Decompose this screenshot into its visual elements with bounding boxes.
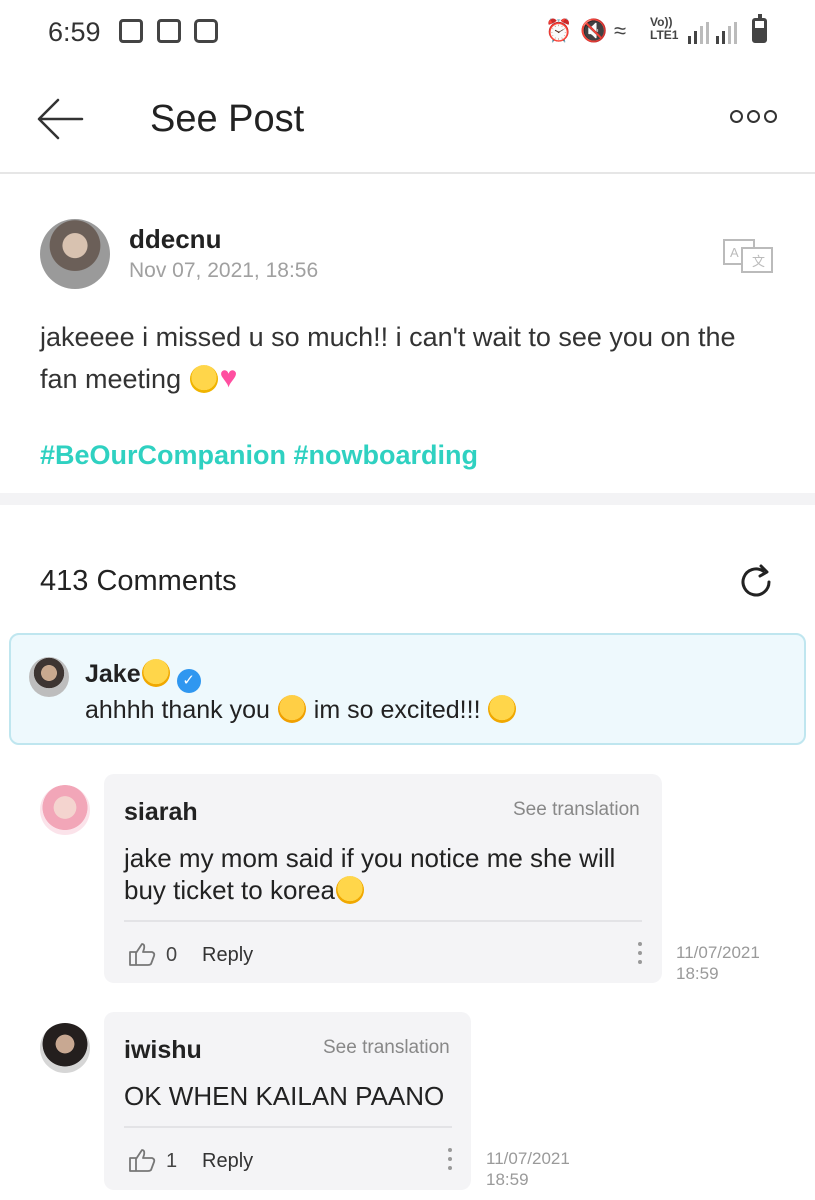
post-text: jakeeee i missed u so much!! i can't wai… bbox=[40, 322, 736, 394]
wifi-icon: ≈ bbox=[614, 18, 627, 43]
heart-icon bbox=[220, 357, 246, 399]
comment-date: 11/07/2021 18:59 bbox=[486, 1148, 570, 1190]
pinned-reply-text: ahhhh thank you im so excited!!! bbox=[85, 695, 517, 725]
comment-date: 11/07/2021 18:59 bbox=[676, 942, 760, 984]
app-bar: See Post bbox=[0, 66, 815, 174]
see-translation-link[interactable]: See translation bbox=[323, 1037, 450, 1059]
status-time: 6:59 bbox=[48, 17, 101, 47]
avatar[interactable] bbox=[29, 657, 69, 697]
comment-text: OK WHEN KAILAN PAANO bbox=[124, 1081, 445, 1111]
grinning-face-icon bbox=[336, 876, 364, 904]
signal-icon bbox=[688, 22, 709, 44]
comment-date-day: 11/07/2021 bbox=[486, 1149, 570, 1168]
comment-date-time: 18:59 bbox=[486, 1170, 529, 1189]
alarm-icon: ⏰ bbox=[545, 18, 573, 43]
reply-button[interactable]: Reply bbox=[202, 1150, 253, 1173]
comment-text-body: jake my mom said if you notice me she wi… bbox=[124, 843, 616, 905]
comment-author[interactable]: siarah bbox=[124, 798, 198, 827]
comment-divider bbox=[124, 1126, 452, 1128]
comment-author[interactable]: iwishu bbox=[124, 1036, 202, 1065]
avatar[interactable] bbox=[40, 785, 90, 835]
verified-badge-icon: ✓ bbox=[176, 669, 201, 693]
signal-icon-2 bbox=[716, 22, 737, 44]
avatar[interactable] bbox=[40, 219, 110, 289]
translate-icon[interactable]: A 文 bbox=[722, 238, 774, 274]
pinned-reply-author[interactable]: Jake ✓ bbox=[85, 659, 201, 693]
comment-options-icon[interactable] bbox=[448, 1148, 452, 1170]
page-title: See Post bbox=[150, 98, 305, 140]
comment-card: siarah See translation jake my mom said … bbox=[104, 774, 662, 983]
status-bar: 6:59 ⏰ 🔇 ≈ Vo)) LTE1 bbox=[0, 0, 815, 66]
comment-text: jake my mom said if you notice me she wi… bbox=[124, 842, 634, 906]
pinned-reply: Jake ✓ ahhhh thank you im so excited!!! bbox=[9, 633, 806, 745]
comment-date-day: 11/07/2021 bbox=[676, 943, 760, 962]
gallery-icon bbox=[119, 19, 143, 43]
refresh-icon[interactable] bbox=[736, 562, 776, 602]
reply-button[interactable]: Reply bbox=[202, 944, 253, 967]
battery-icon bbox=[752, 14, 767, 43]
pinned-text-tail: im so excited!!! bbox=[313, 696, 481, 724]
avatar[interactable] bbox=[40, 1023, 90, 1073]
see-translation-link[interactable]: See translation bbox=[513, 799, 640, 821]
comment-card: iwishu See translation OK WHEN KAILAN PA… bbox=[104, 1012, 471, 1190]
clock-app-icon bbox=[194, 19, 218, 43]
post-timestamp: Nov 07, 2021, 18:56 bbox=[129, 259, 319, 282]
smiling-face-icon bbox=[141, 659, 170, 687]
back-arrow-icon[interactable] bbox=[36, 96, 84, 142]
svg-text:A: A bbox=[730, 245, 739, 260]
post-author[interactable]: ddecnu bbox=[129, 224, 221, 255]
mute-icon: 🔇 bbox=[580, 18, 608, 43]
svg-text:文: 文 bbox=[752, 255, 765, 270]
pinned-author-name: Jake bbox=[85, 660, 141, 688]
comment-options-icon[interactable] bbox=[638, 942, 642, 964]
comments-count: 413 Comments bbox=[40, 565, 237, 597]
smiling-face-icon bbox=[488, 695, 517, 723]
more-options-icon[interactable] bbox=[730, 110, 777, 123]
messenger-icon bbox=[157, 19, 181, 43]
pinned-text-head: ahhhh thank you bbox=[85, 696, 270, 724]
thumbs-up-icon[interactable] bbox=[128, 941, 156, 967]
post-hashtags[interactable]: #BeOurCompanion #nowboarding bbox=[40, 440, 478, 471]
post-body: jakeeee i missed u so much!! i can't wai… bbox=[40, 316, 780, 400]
comment-date-time: 18:59 bbox=[676, 964, 719, 983]
section-divider bbox=[0, 493, 815, 505]
comment-divider bbox=[124, 920, 642, 922]
like-count: 0 bbox=[166, 944, 178, 966]
smiling-face-with-hearts-icon bbox=[277, 695, 306, 723]
pleading-face-icon bbox=[189, 365, 218, 393]
like-count: 1 bbox=[166, 1150, 178, 1172]
thumbs-up-icon[interactable] bbox=[128, 1147, 156, 1173]
network-label: Vo)) LTE1 bbox=[650, 15, 679, 42]
